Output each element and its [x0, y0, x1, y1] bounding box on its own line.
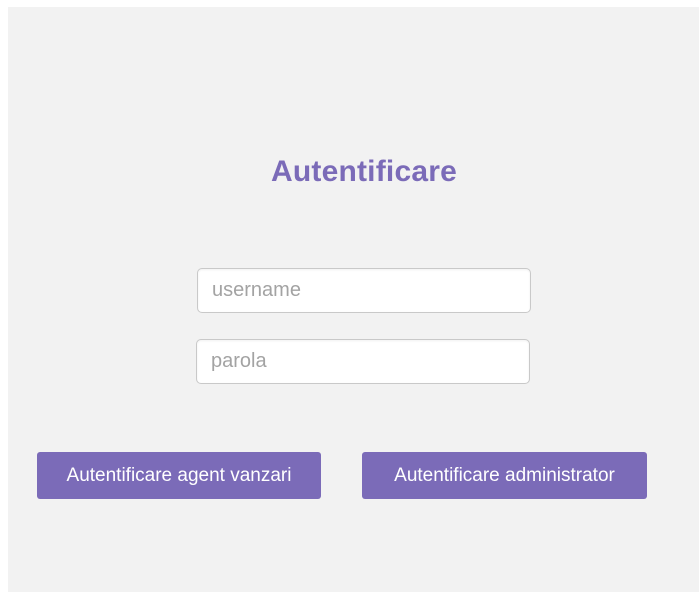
page-title: Autentificare — [271, 155, 457, 188]
login-panel: Autentificare Autentificare agent vanzar… — [8, 7, 699, 592]
password-input[interactable] — [196, 339, 530, 384]
sales-agent-login-button[interactable]: Autentificare agent vanzari — [37, 452, 321, 499]
administrator-login-button[interactable]: Autentificare administrator — [362, 452, 647, 499]
username-input[interactable] — [197, 268, 531, 313]
